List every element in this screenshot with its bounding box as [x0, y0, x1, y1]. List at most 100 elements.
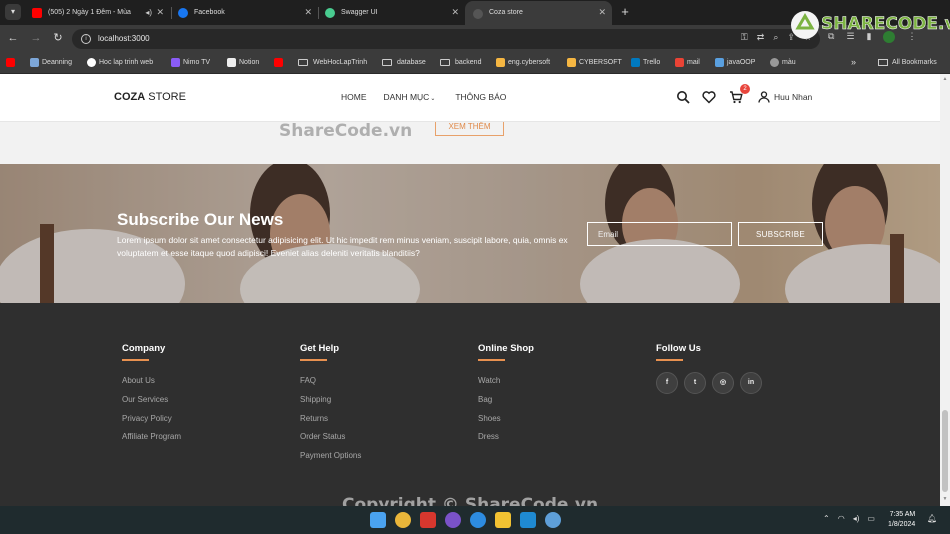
- bookmark-folder-database[interactable]: database: [382, 52, 426, 73]
- footer-link[interactable]: Watch: [478, 372, 534, 391]
- bookmark-label: mail: [687, 59, 700, 66]
- windows-start-icon[interactable]: [370, 512, 386, 528]
- globe-icon: [770, 58, 779, 67]
- close-icon[interactable]: ✕: [598, 1, 606, 24]
- scroll-up-arrow[interactable]: ▲: [942, 76, 948, 82]
- reload-icon[interactable]: ↻: [51, 31, 65, 45]
- subscribe-button[interactable]: SUBSCRIBE: [738, 222, 823, 246]
- bookmark-youtube-2[interactable]: [274, 52, 284, 73]
- file-explorer-icon[interactable]: [495, 512, 511, 528]
- email-input[interactable]: [587, 222, 732, 246]
- edge-icon[interactable]: [470, 512, 486, 528]
- key-icon[interactable]: ⚿: [741, 32, 748, 46]
- footer-link[interactable]: About Us: [122, 372, 181, 391]
- battery-icon[interactable]: ▭: [867, 514, 875, 523]
- twitter-icon[interactable]: t: [684, 372, 706, 394]
- new-tab-button[interactable]: +: [616, 3, 634, 21]
- tab-swagger[interactable]: Swagger UI ✕: [317, 0, 465, 25]
- globe-icon: [473, 9, 483, 19]
- tab-facebook[interactable]: Facebook ✕: [170, 0, 318, 25]
- footer-link[interactable]: Shoes: [478, 410, 534, 429]
- taskbar-clock[interactable]: 7:35 AM 1/8/2024: [888, 510, 915, 530]
- site-logo[interactable]: COZA STORE: [114, 91, 186, 103]
- bookmark-nimo-tv[interactable]: Nimo TV: [171, 52, 210, 73]
- scrollbar-thumb[interactable]: [942, 410, 948, 492]
- github-icon[interactable]: [445, 512, 461, 528]
- system-tray: ⌃ ◠ ◂) ▭: [823, 514, 875, 523]
- tab-search-button[interactable]: ▾: [5, 4, 21, 20]
- folder-icon: [382, 59, 392, 66]
- cart-count-badge: 2: [740, 84, 750, 94]
- trello-icon: [631, 58, 640, 67]
- volume-icon[interactable]: ◂): [853, 514, 860, 523]
- facebook-icon[interactable]: f: [656, 372, 678, 394]
- bookmark-cybersoft[interactable]: CYBERSOFT: [567, 52, 622, 73]
- user-name[interactable]: Huu Nhan: [774, 92, 812, 102]
- zoom-icon[interactable]: ⌕: [773, 32, 778, 46]
- footer-link[interactable]: Returns: [300, 410, 361, 429]
- footer-follow-us: Follow Us f t ◎ in: [656, 343, 762, 394]
- menu-danh-muc[interactable]: DANH MỤC⌄: [384, 92, 436, 102]
- close-icon[interactable]: ✕: [451, 0, 459, 25]
- footer-link[interactable]: FAQ: [300, 372, 361, 391]
- bookmark-youtube[interactable]: [6, 52, 16, 73]
- bookmark-mau[interactable]: màu: [770, 52, 796, 73]
- site-icon: [567, 58, 576, 67]
- footer-link[interactable]: Privacy Policy: [122, 410, 181, 429]
- footer-link[interactable]: Bag: [478, 391, 534, 410]
- linkedin-icon[interactable]: in: [740, 372, 762, 394]
- bookmark-eng-cybersoft[interactable]: eng.cybersoft: [496, 52, 550, 73]
- back-arrow-icon[interactable]: ←: [6, 31, 20, 45]
- user-icon[interactable]: [758, 91, 770, 103]
- bookmark-trello[interactable]: Trello: [631, 52, 660, 73]
- page-scrollbar[interactable]: ▲ ▼: [940, 74, 950, 506]
- translate-icon[interactable]: ⇄: [757, 32, 765, 46]
- forward-arrow-icon[interactable]: →: [29, 31, 43, 45]
- footer-link[interactable]: Our Services: [122, 391, 181, 410]
- intellij-icon[interactable]: [420, 512, 436, 528]
- bookmark-folder-webhoclaptrinh[interactable]: WebHocLapTrinh: [298, 52, 367, 73]
- tab-youtube[interactable]: (505) 2 Ngày 1 Đêm - Mùa ◂) ✕: [24, 0, 170, 25]
- logo-bold: COZA: [114, 91, 146, 103]
- footer-link[interactable]: Order Status: [300, 428, 361, 447]
- heading-underline: [300, 359, 327, 361]
- footer-link[interactable]: Payment Options: [300, 447, 361, 466]
- site-footer: Company About Us Our Services Privacy Po…: [0, 303, 940, 506]
- gmail-icon: [675, 58, 684, 67]
- speaker-icon[interactable]: ◂): [145, 0, 152, 25]
- close-icon[interactable]: ✕: [156, 0, 164, 25]
- address-bar[interactable]: i localhost:3000 ⚿ ⇄ ⌕ ⇪ ☆: [72, 29, 820, 49]
- bookmarks-overflow-button[interactable]: »: [851, 52, 856, 73]
- all-bookmarks-button[interactable]: All Bookmarks: [878, 52, 937, 73]
- sharecode-logo-text: SHARECODE.vn: [821, 14, 950, 35]
- menu-danh-muc-label: DANH MỤC: [383, 92, 430, 102]
- app-icon[interactable]: [545, 512, 561, 528]
- bookmark-folder-backend[interactable]: backend: [440, 52, 481, 73]
- screen: ▾ (505) 2 Ngày 1 Đêm - Mùa ◂) ✕ Facebook…: [0, 0, 950, 534]
- chevron-up-icon[interactable]: ⌃: [823, 514, 830, 523]
- site-icon: [87, 58, 96, 67]
- vscode-icon[interactable]: [520, 512, 536, 528]
- site-info-icon[interactable]: i: [81, 34, 91, 44]
- bookmark-notion[interactable]: Notion: [227, 52, 259, 73]
- footer-link[interactable]: Dress: [478, 428, 534, 447]
- wifi-icon[interactable]: ◠: [838, 514, 845, 523]
- menu-home[interactable]: HOME: [341, 92, 367, 102]
- footer-link[interactable]: Affiliate Program: [122, 428, 181, 447]
- search-icon[interactable]: [676, 90, 690, 104]
- chrome-icon[interactable]: [395, 512, 411, 528]
- bookmark-hoc-lap-trinh-web[interactable]: Hoc lap trinh web: [87, 52, 153, 73]
- close-icon[interactable]: ✕: [304, 0, 312, 25]
- bookmark-javaoop[interactable]: javaOOP: [715, 52, 755, 73]
- notification-bell-icon[interactable]: 🔔︎: [927, 514, 937, 524]
- tab-coza-store[interactable]: Coza store ✕: [465, 1, 612, 25]
- footer-link[interactable]: Shipping: [300, 391, 361, 410]
- taskbar-apps: [370, 512, 561, 528]
- heart-icon[interactable]: [702, 90, 716, 104]
- bookmark-mail[interactable]: mail: [675, 52, 700, 73]
- menu-thong-bao[interactable]: THÔNG BÁO: [455, 92, 506, 102]
- scroll-down-arrow[interactable]: ▼: [942, 496, 948, 502]
- heading-underline: [478, 359, 505, 361]
- instagram-icon[interactable]: ◎: [712, 372, 734, 394]
- bookmark-deanning[interactable]: Deanning: [30, 52, 72, 73]
